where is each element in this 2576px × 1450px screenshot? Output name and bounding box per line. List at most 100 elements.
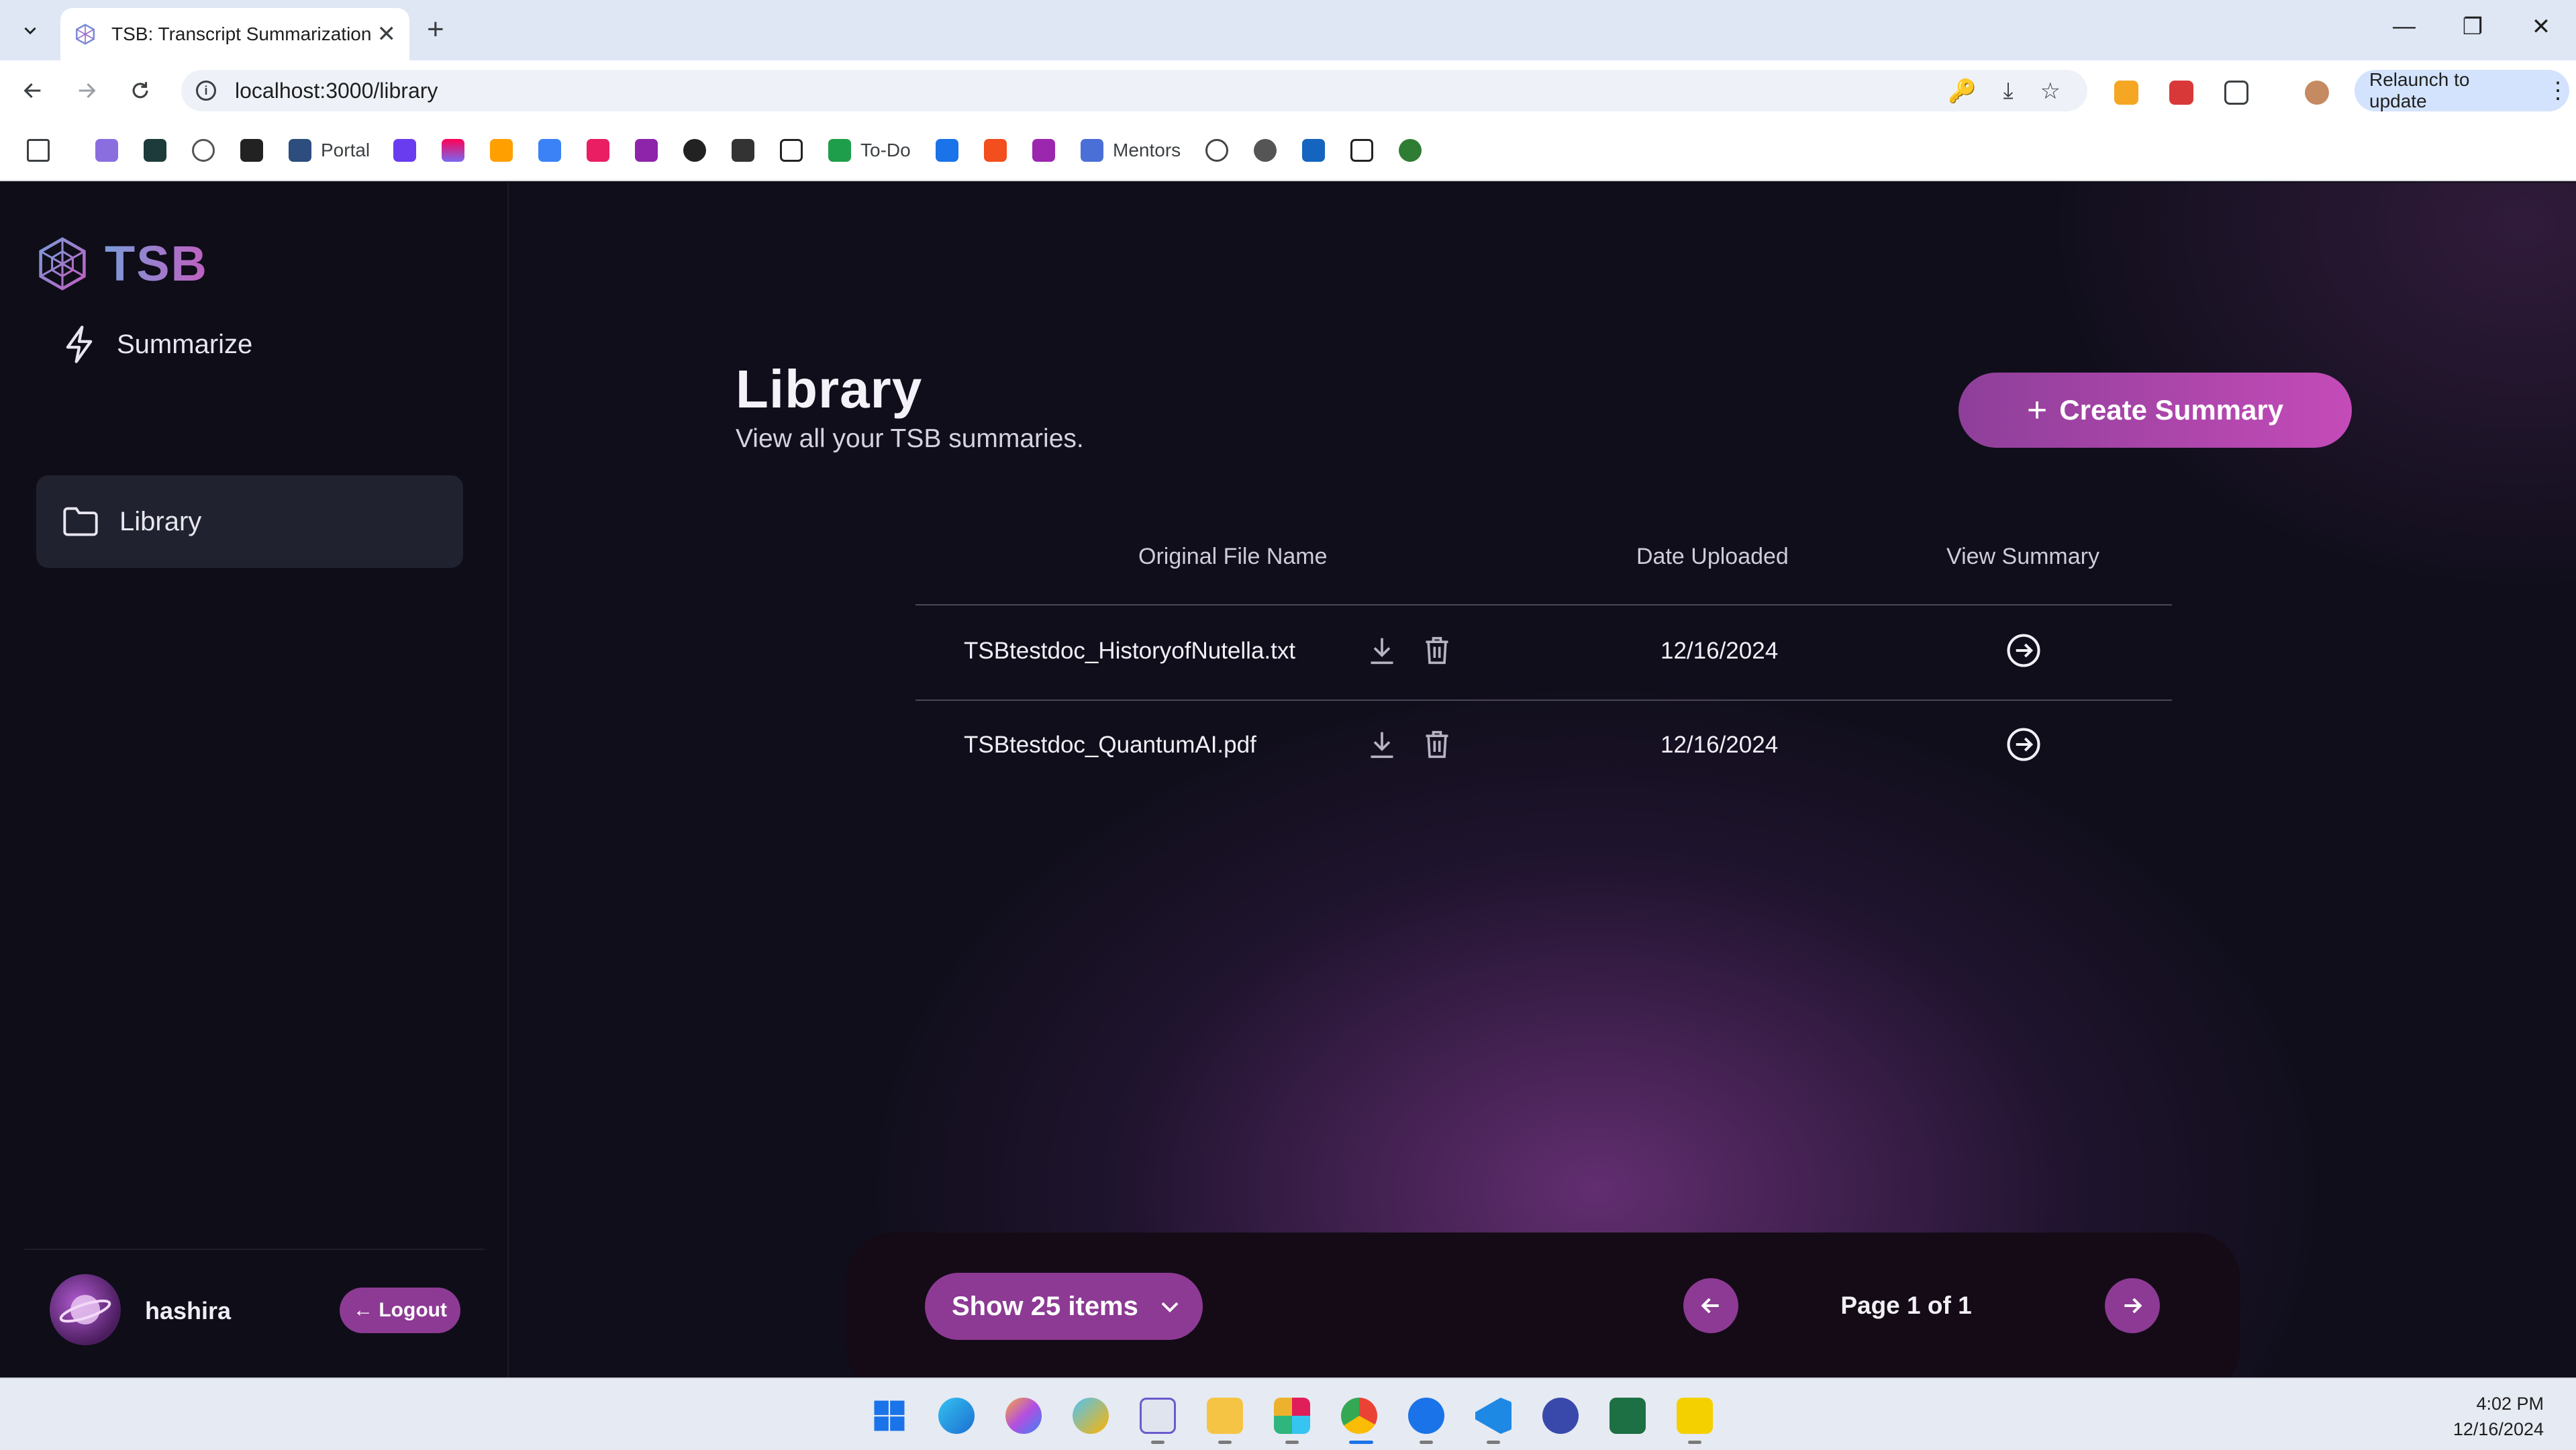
reload-button[interactable] <box>123 75 157 106</box>
delete-button[interactable] <box>1420 726 1454 763</box>
bookmark-figma-grid-icon[interactable] <box>587 137 619 164</box>
slack-icon[interactable] <box>1274 1398 1310 1434</box>
file-explorer-icon[interactable] <box>1207 1398 1243 1434</box>
avatar[interactable] <box>50 1274 121 1345</box>
bookmark-openai-icon[interactable] <box>192 137 224 164</box>
arrow-right-icon <box>79 83 96 99</box>
browser-toolbar: i localhost:3000/library 🔑 ⤓ ☆ Relaunch … <box>0 60 2576 121</box>
browser-tabstrip: TSB: Transcript Summarization E ✕ + — ❐ … <box>0 0 2576 60</box>
address-url: localhost:3000/library <box>235 78 438 103</box>
bookmark-portal[interactable]: Portal <box>289 137 370 164</box>
apps-grid-icon[interactable] <box>27 137 59 164</box>
running-indicator <box>1688 1441 1701 1444</box>
minimize-button[interactable]: — <box>2384 13 2424 40</box>
bookmark-todo[interactable]: To-Do <box>828 137 911 164</box>
lightning-icon <box>66 326 93 363</box>
bookmark-zb-icon[interactable] <box>240 137 273 164</box>
relaunch-button[interactable]: Relaunch to update ⋮ <box>2355 69 2569 111</box>
bookmark-todo-label: To-Do <box>860 140 911 160</box>
clock-date[interactable]: 12/16/2024 <box>2453 1419 2544 1440</box>
column-header-date: Date Uploaded <box>1636 544 1789 569</box>
bookmark-figma-icon[interactable] <box>984 137 1016 164</box>
chevron-down-icon <box>1161 1302 1179 1313</box>
extension-sun-icon[interactable] <box>2114 81 2138 105</box>
profile-avatar[interactable] <box>2305 81 2329 105</box>
tab-close-icon[interactable]: ✕ <box>377 21 397 48</box>
active-indicator <box>1349 1441 1373 1444</box>
tab-search-button[interactable] <box>13 15 47 46</box>
column-header-file-name: Original File Name <box>1138 544 1328 569</box>
bookmark-feather-icon[interactable] <box>1032 137 1064 164</box>
sidebar-item-label: Library <box>119 506 202 536</box>
vscode-icon[interactable] <box>1475 1398 1512 1434</box>
settings-gear-icon[interactable] <box>1542 1398 1579 1434</box>
sidebar-item-library[interactable]: Library <box>36 475 463 568</box>
bookmark-purple-icon[interactable] <box>393 137 426 164</box>
sidebar-item-summarize[interactable]: Summarize <box>36 298 463 391</box>
previous-page-button[interactable] <box>1683 1278 1738 1333</box>
running-indicator <box>1218 1441 1232 1444</box>
bookmark-blue-icon[interactable] <box>538 137 571 164</box>
bookmark-mail-icon[interactable] <box>95 137 128 164</box>
bookmark-code-icon[interactable] <box>1350 137 1383 164</box>
delete-button[interactable] <box>1420 632 1454 669</box>
chrome-icon[interactable] <box>1341 1398 1377 1434</box>
file-name-cell: TSBtestdoc_HistoryofNutella.txt <box>964 638 1296 664</box>
page-size-dropdown[interactable]: Show 25 items <box>925 1273 1203 1340</box>
logout-button[interactable]: ← Logout <box>340 1288 460 1333</box>
view-summary-arrow-icon[interactable] <box>2005 632 2042 669</box>
browser-tab-active[interactable]: TSB: Transcript Summarization E ✕ <box>60 8 409 60</box>
restore-button[interactable]: ❐ <box>2453 13 2493 40</box>
bookmark-mentors[interactable]: Mentors <box>1081 137 1181 164</box>
kebab-menu-icon[interactable]: ⋮ <box>2546 77 2569 104</box>
tab-title: TSB: Transcript Summarization E <box>111 23 370 44</box>
bookmark-github-icon[interactable] <box>683 137 715 164</box>
app-root: TSB Summarize Library hashira ← Logout L… <box>0 183 2576 1378</box>
copilot-icon[interactable] <box>1005 1398 1042 1434</box>
download-button[interactable] <box>1365 632 1399 669</box>
install-app-icon[interactable]: ⤓ <box>2003 78 2013 105</box>
next-page-button[interactable] <box>2105 1278 2160 1333</box>
close-window-button[interactable]: ✕ <box>2521 13 2561 40</box>
bookmark-chatgpt-icon[interactable] <box>1205 137 1238 164</box>
address-bar[interactable]: i localhost:3000/library 🔑 ⤓ ☆ <box>181 70 2087 111</box>
create-summary-button[interactable]: + Create Summary <box>1959 373 2352 448</box>
download-button[interactable] <box>1365 726 1399 763</box>
snipping-tool-icon[interactable] <box>1140 1398 1176 1434</box>
paint-icon[interactable] <box>1073 1398 1109 1434</box>
pagination-bar: Show 25 items Page 1 of 1 <box>846 1232 2240 1378</box>
logo[interactable]: TSB <box>38 235 208 292</box>
view-summary-arrow-icon[interactable] <box>2005 726 2042 763</box>
bookmark-globe-icon[interactable] <box>1254 137 1286 164</box>
windows-start-icon[interactable] <box>871 1398 907 1434</box>
reload-icon <box>132 82 148 99</box>
new-tab-button[interactable]: + <box>427 15 444 44</box>
cloud-app-icon[interactable] <box>1408 1398 1444 1434</box>
bookmark-dark-app-icon[interactable] <box>144 137 176 164</box>
bookmark-m-icon[interactable] <box>635 137 667 164</box>
relaunch-label: Relaunch to update <box>2369 69 2470 111</box>
excel-icon[interactable] <box>1609 1398 1646 1434</box>
trash-icon <box>1426 636 1448 665</box>
folder-icon <box>63 507 98 536</box>
clock-time[interactable]: 4:02 PM <box>2476 1394 2544 1414</box>
bookmark-firebase-icon[interactable] <box>490 137 522 164</box>
bookmark-clickup-icon[interactable] <box>442 137 474 164</box>
extensions-puzzle-icon[interactable] <box>2224 81 2248 105</box>
extension-red-icon[interactable] <box>2169 81 2193 105</box>
bookmark-notion-icon[interactable] <box>780 137 812 164</box>
bookmark-green-icon[interactable] <box>1399 137 1431 164</box>
download-icon <box>1371 638 1393 665</box>
forward-button[interactable] <box>70 75 103 106</box>
bookmark-star-icon[interactable]: ☆ <box>2040 78 2061 105</box>
bookmark-drive-icon[interactable] <box>936 137 968 164</box>
sticky-notes-icon[interactable] <box>1677 1398 1713 1434</box>
site-info-icon[interactable]: i <box>196 81 216 101</box>
bookmark-ab-icon[interactable] <box>732 137 764 164</box>
running-indicator <box>1285 1441 1299 1444</box>
edge-browser-icon[interactable] <box>938 1398 975 1434</box>
page-title: Library <box>736 359 923 419</box>
bookmark-rocket-icon[interactable] <box>1302 137 1334 164</box>
back-button[interactable] <box>16 75 50 106</box>
password-key-icon[interactable]: 🔑 <box>1948 78 1976 105</box>
